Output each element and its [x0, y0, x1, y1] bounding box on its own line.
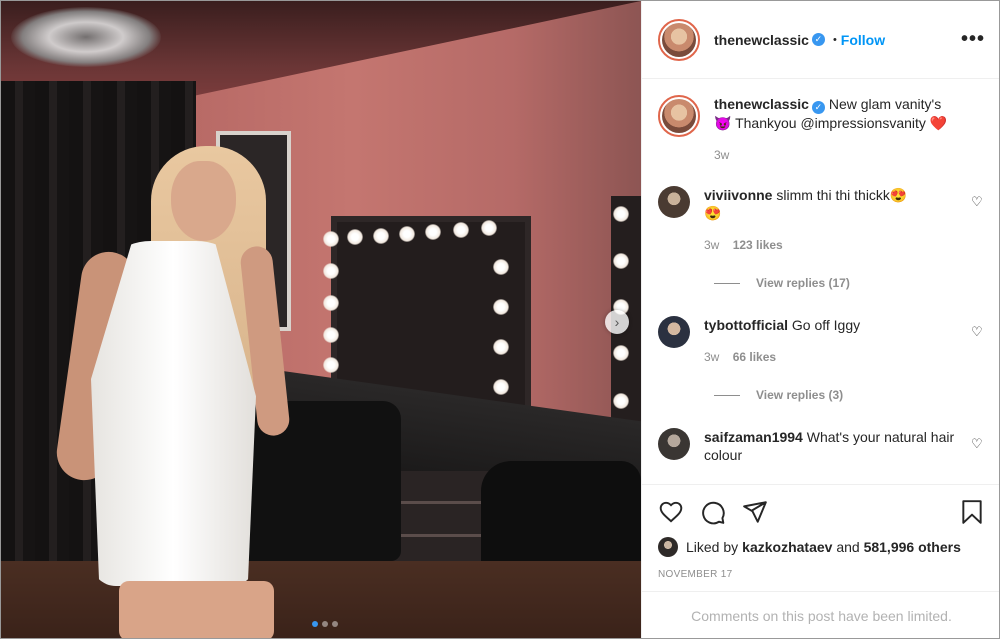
comment-username[interactable]: tybottofficial [704, 317, 788, 333]
photo-bulb [613, 345, 629, 361]
photo-bulb [425, 224, 441, 240]
replies-divider-line [714, 282, 740, 284]
author-avatar[interactable] [658, 18, 700, 61]
comment-text: Go off Iggy [791, 317, 861, 333]
post-actions: Liked by kazkozhataev and 581,996 others… [642, 484, 999, 580]
verified-badge-icon: ✓ [811, 101, 825, 114]
view-replies-button[interactable]: View replies (17) [714, 276, 985, 290]
comment-time[interactable]: 3w [704, 350, 719, 364]
follow-button[interactable]: Follow [841, 32, 885, 48]
photo-person-legs [119, 581, 274, 638]
caption-body: thenewclassic ✓ New glam vanity's 😈 Thank… [714, 95, 985, 164]
liked-by-prefix: Liked by [686, 539, 739, 555]
photo-bulb [347, 229, 363, 245]
comment-text-line2: 😍 [704, 205, 722, 221]
view-replies-label: View replies (3) [756, 388, 844, 402]
red-heart-emoji: ❤️ [929, 115, 948, 131]
post-photo[interactable]: › [1, 1, 641, 638]
like-comment-heart-icon[interactable]: ♡ [971, 194, 985, 210]
comment-username[interactable]: saifzaman1994 [704, 429, 803, 445]
post-dialog: › thenewclassic ✓ • Follow ••• thenewcla… [0, 0, 1000, 639]
likes-others-count[interactable]: 581,996 others [864, 539, 961, 555]
view-replies-button[interactable]: View replies (3) [714, 388, 985, 402]
caption-text-line1: New glam vanity's [828, 96, 942, 112]
carousel-dot [322, 621, 328, 627]
comment-body: tybottofficial Go off Iggy 3w 66 likes [704, 316, 963, 366]
comments-limited-notice: Comments on this post have been limited. [642, 591, 999, 638]
share-paper-plane-icon[interactable] [742, 499, 768, 525]
photo-person-face [171, 161, 236, 241]
author-username[interactable]: thenewclassic [714, 32, 809, 48]
caption-username[interactable]: thenewclassic [714, 96, 809, 112]
caption-avatar[interactable] [658, 95, 700, 137]
liked-by-and: and [832, 539, 864, 555]
likes-summary: Liked by kazkozhataev and 581,996 others [658, 537, 985, 557]
photo-bulb [399, 226, 415, 242]
photo-bulb [613, 253, 629, 269]
next-slide-button[interactable]: › [605, 310, 629, 334]
action-icons [658, 495, 985, 529]
post-sidebar: thenewclassic ✓ • Follow ••• thenewclass… [641, 1, 999, 638]
post-date[interactable]: NOVEMBER 17 [658, 569, 985, 580]
like-heart-icon[interactable] [658, 499, 684, 525]
comment-body: viviivonne slimm thi thi thickk😍 😍 3w 12… [704, 186, 963, 254]
comment-likes[interactable]: 123 likes [733, 238, 783, 252]
commenter-avatar[interactable] [658, 428, 690, 460]
comment-username[interactable]: viviivonne [704, 187, 772, 203]
comment: tybottofficial Go off Iggy 3w 66 likes ♡ [658, 316, 985, 366]
carousel-indicator [312, 621, 338, 627]
caption-text-line2: 😈 Thankyou @impressionsvanity [714, 115, 930, 131]
liker-username[interactable]: kazkozhataev [742, 539, 832, 555]
carousel-dot [312, 621, 318, 627]
photo-bulb [323, 263, 339, 279]
caption-timestamp[interactable]: 3w [714, 148, 729, 162]
caption: thenewclassic ✓ New glam vanity's 😈 Thank… [658, 95, 985, 164]
comment: saifzaman1994 What's your natural hair c… [658, 428, 985, 464]
save-bookmark-icon[interactable] [959, 499, 985, 525]
view-replies-label: View replies (17) [756, 276, 850, 290]
comment-text: slimm thi thi thickk😍 [776, 187, 908, 203]
photo-bulb [323, 231, 339, 247]
photo-bulb [373, 228, 389, 244]
commenter-avatar[interactable] [658, 186, 690, 218]
avatar-image [662, 22, 696, 57]
more-options-icon[interactable]: ••• [961, 28, 985, 51]
caption-time: 3w [714, 146, 985, 164]
photo-bulb [493, 299, 509, 315]
photo-floor [1, 561, 641, 638]
photo-bulb [493, 339, 509, 355]
comments-list[interactable]: thenewclassic ✓ New glam vanity's 😈 Thank… [642, 79, 999, 484]
avatar-image [662, 99, 696, 133]
photo-bulb [453, 222, 469, 238]
photo-bulb [323, 295, 339, 311]
replies-divider-line [714, 394, 740, 396]
comment-body: saifzaman1994 What's your natural hair c… [704, 428, 963, 464]
photo-bulb [493, 259, 509, 275]
separator-dot: • [832, 33, 837, 46]
photo-bulb [493, 379, 509, 395]
photo-chandelier [11, 7, 161, 67]
post-header: thenewclassic ✓ • Follow ••• [642, 1, 999, 79]
photo-bulb [323, 327, 339, 343]
like-comment-heart-icon[interactable]: ♡ [971, 324, 985, 340]
chevron-right-icon: › [614, 314, 620, 330]
photo-bulb [613, 206, 629, 222]
comment: viviivonne slimm thi thi thickk😍 😍 3w 12… [658, 186, 985, 254]
comment-meta: 3w 123 likes [704, 236, 963, 254]
verified-badge-icon: ✓ [811, 33, 825, 46]
comment-meta: 3w 66 likes [704, 348, 963, 366]
photo-bulb [323, 357, 339, 373]
comment-bubble-icon[interactable] [700, 499, 726, 525]
comment-time[interactable]: 3w [704, 238, 719, 252]
liker-avatar[interactable] [658, 537, 678, 557]
comment-likes[interactable]: 66 likes [733, 350, 776, 364]
carousel-dot [332, 621, 338, 627]
photo-bulb [613, 393, 629, 409]
photo-bulb [481, 220, 497, 236]
like-comment-heart-icon[interactable]: ♡ [971, 436, 985, 452]
commenter-avatar[interactable] [658, 316, 690, 348]
